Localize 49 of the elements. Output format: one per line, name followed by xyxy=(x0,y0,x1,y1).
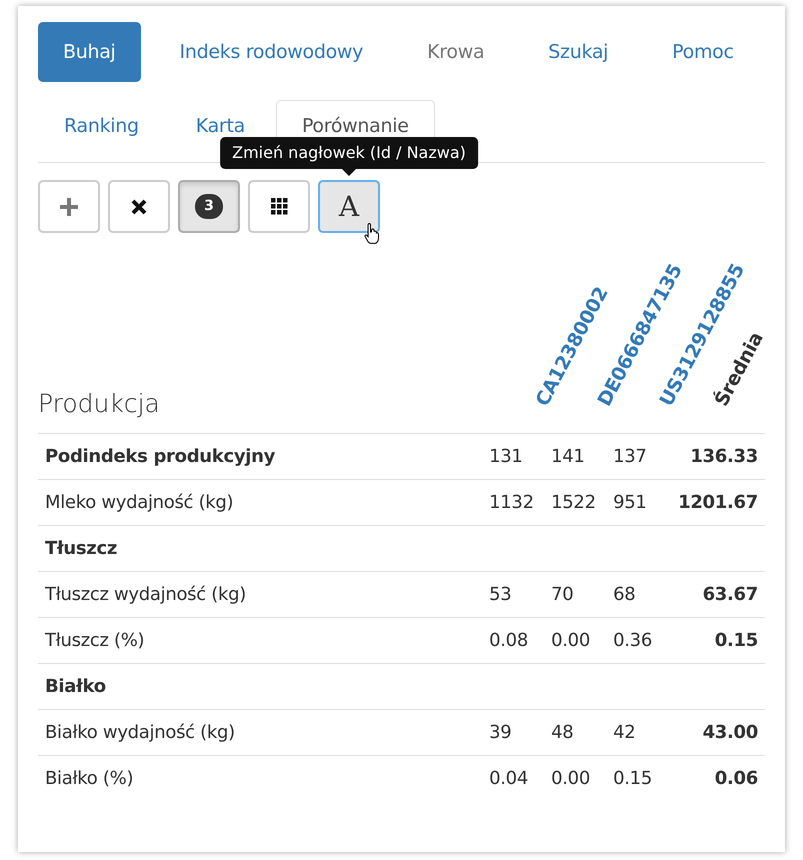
tab[interactable]: Ranking xyxy=(38,100,165,163)
count-badge: 3 xyxy=(195,194,223,219)
remove-button[interactable] xyxy=(108,180,170,233)
table-cell: 0.00 xyxy=(547,618,610,664)
tooltip-pointer xyxy=(341,168,357,176)
table-cell: 141 xyxy=(547,434,610,480)
plus-icon xyxy=(60,198,78,216)
table-cell: 53 xyxy=(485,572,548,618)
row-label: Białko (%) xyxy=(38,756,486,802)
row-label: Podindeks produkcyjny xyxy=(38,434,486,480)
table-cell: 1132 xyxy=(485,480,548,526)
count-button[interactable]: 3 xyxy=(178,180,240,233)
section-heading: Białko xyxy=(38,664,486,710)
average-cell: 1201.67 xyxy=(671,480,765,526)
table-cell: 39 xyxy=(485,710,548,756)
add-button[interactable] xyxy=(38,180,100,233)
average-cell: 136.33 xyxy=(671,434,765,480)
average-cell: 0.15 xyxy=(671,618,765,664)
table-cell: 0.15 xyxy=(609,756,672,802)
nav-pill[interactable]: Indeks rodowodowy xyxy=(154,22,388,82)
table-cell: 137 xyxy=(609,434,672,480)
table-cell: 70 xyxy=(547,572,610,618)
row-label: Mleko wydajność (kg) xyxy=(38,480,486,526)
table-cell: 0.08 xyxy=(485,618,548,664)
table-cell: 0.04 xyxy=(485,756,548,802)
table-cell: 0.00 xyxy=(547,756,610,802)
nav-pill[interactable]: Szukaj xyxy=(523,22,634,82)
section-title: Produkcja xyxy=(38,389,160,419)
table-cell: 42 xyxy=(609,710,672,756)
table-cell: 0.36 xyxy=(609,618,672,664)
header-toggle-button[interactable]: A xyxy=(318,180,380,233)
table-cell: 951 xyxy=(609,480,672,526)
grid-button[interactable] xyxy=(248,180,310,233)
grid-icon xyxy=(270,198,288,215)
average-cell: 63.67 xyxy=(671,572,765,618)
table-cell: 1522 xyxy=(547,480,610,526)
hand-cursor-icon xyxy=(364,222,380,244)
table-cell: 48 xyxy=(547,710,610,756)
nav-pill[interactable]: Buhaj xyxy=(38,22,141,82)
average-cell: 43.00 xyxy=(671,710,765,756)
table-cell: 68 xyxy=(609,572,672,618)
close-icon xyxy=(131,198,147,214)
row-label: Tłuszcz (%) xyxy=(38,618,486,664)
section-heading: Tłuszcz xyxy=(38,526,486,572)
table-cell: 131 xyxy=(485,434,548,480)
nav-pill[interactable]: Pomoc xyxy=(647,22,759,82)
row-label: Białko wydajność (kg) xyxy=(38,710,486,756)
average-cell: 0.06 xyxy=(671,756,765,802)
row-label: Tłuszcz wydajność (kg) xyxy=(38,572,486,618)
